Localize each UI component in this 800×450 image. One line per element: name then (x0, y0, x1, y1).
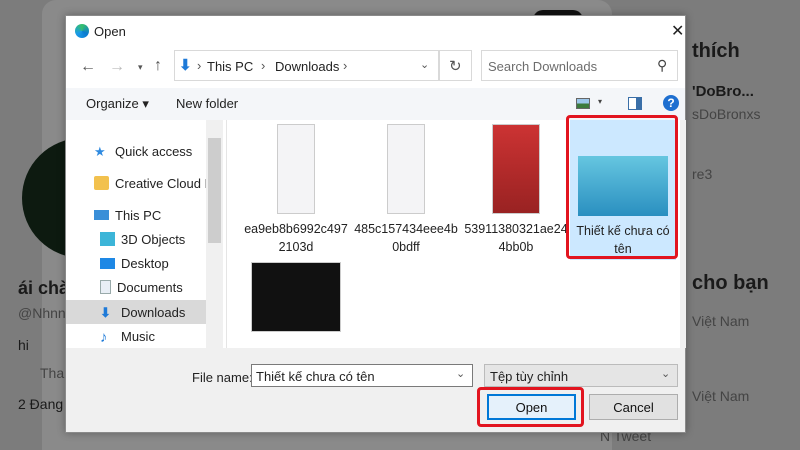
file-thumbnail (578, 156, 668, 216)
bg-text: @Nhnn (18, 305, 66, 321)
creative-cloud-icon (94, 176, 109, 190)
navigation-pane: ★ Quick access Creative Cloud Files This … (66, 120, 226, 348)
nav-label: Documents (117, 279, 183, 295)
nav-creative-cloud[interactable]: Creative Cloud Files (94, 171, 206, 195)
bg-text: 2 Đang (18, 396, 64, 412)
refresh-button[interactable]: ↻ (439, 50, 472, 81)
bg-text: re3 (692, 166, 713, 182)
cancel-button[interactable]: Cancel (589, 394, 678, 420)
bg-text: sDoBronxs (692, 106, 761, 122)
chevron-down-icon: ⌄ (661, 368, 671, 380)
breadcrumb-this-pc[interactable]: This PC (207, 59, 253, 74)
file-name: 485c157434eee4b0bdff (354, 222, 458, 254)
nav-label: Desktop (121, 255, 169, 271)
edge-icon (75, 24, 89, 38)
star-icon: ★ (94, 144, 106, 159)
search-icon: ⚲ (657, 57, 668, 73)
file-name-label: File name: (192, 370, 253, 385)
nav-label: This PC (115, 207, 162, 223)
chevron-icon: › (197, 58, 202, 73)
file-name: Thiết kế chưa có tên (576, 224, 670, 256)
file-item-selected[interactable]: Thiết kế chưa có tên (570, 120, 676, 260)
document-icon (100, 280, 111, 294)
bg-text: thích (692, 40, 740, 62)
file-thumbnail (387, 124, 425, 214)
nav-label: Creative Cloud Files (115, 175, 206, 191)
nav-label: Music (121, 328, 155, 344)
file-list: ea9eb8b6992c4972103d 485c157434eee4b0bdf… (226, 120, 680, 348)
file-name-value: Thiết kế chưa có tên (256, 369, 375, 384)
file-thumbnail (277, 124, 315, 214)
file-item[interactable] (243, 262, 349, 338)
nav-label: Quick access (115, 143, 193, 159)
nav-this-pc[interactable]: This PC (94, 203, 222, 227)
chevron-down-icon[interactable]: ⌄ (456, 367, 465, 380)
download-icon: ⬇ (100, 305, 111, 320)
chevron-icon: › (261, 58, 266, 73)
search-input[interactable]: Search Downloads ⚲ (481, 50, 678, 81)
bg-text: cho bạn (692, 272, 769, 294)
open-file-dialog: Open ✕ ← → ▾ ↑ ⬇ › This PC › Downloads ›… (65, 15, 686, 433)
desktop-icon (100, 257, 115, 269)
file-type-select[interactable]: Tệp tùy chỉnh ⌄ (484, 364, 678, 387)
recent-locations-button[interactable]: ▾ (138, 62, 143, 73)
view-dropdown-icon[interactable]: ▾ (598, 97, 602, 106)
address-bar[interactable]: ⬇ › This PC › Downloads › ⌄ (174, 50, 439, 81)
close-button[interactable]: ✕ (671, 21, 684, 41)
nav-quick-access[interactable]: ★ Quick access (94, 139, 222, 163)
bg-text: 'DoBro... (692, 83, 754, 100)
preview-pane-icon[interactable] (628, 97, 642, 110)
bg-text: ái chà (18, 278, 70, 298)
file-list-scrollbar[interactable] (680, 120, 686, 348)
search-placeholder: Search Downloads (488, 59, 598, 74)
open-button[interactable]: Open (487, 394, 576, 420)
bg-text: Thai (40, 365, 68, 381)
file-type-value: Tệp tùy chỉnh (490, 369, 569, 384)
organize-button[interactable]: Organize ▾ (86, 96, 149, 112)
download-icon: ⬇ (179, 57, 192, 74)
file-thumbnail (492, 124, 540, 214)
nav-label: Downloads (121, 304, 186, 320)
chevron-icon: › (343, 58, 348, 73)
dialog-title: Open (94, 24, 126, 39)
music-icon: ♪ (100, 329, 108, 346)
refresh-icon: ↻ (449, 58, 462, 75)
forward-button[interactable]: → (109, 58, 125, 76)
file-item[interactable]: ea9eb8b6992c4972103d (243, 124, 349, 256)
nav-scrollbar-thumb[interactable] (208, 138, 221, 243)
address-dropdown-icon[interactable]: ⌄ (420, 58, 429, 71)
file-thumbnail (251, 262, 341, 332)
file-item[interactable]: 485c157434eee4b0bdff (353, 124, 459, 256)
up-button[interactable]: ↑ (154, 57, 162, 75)
toolbar (66, 88, 685, 120)
nav-downloads[interactable]: ⬇ Downloads (66, 300, 206, 324)
nav-scrollbar[interactable] (206, 120, 223, 348)
back-button[interactable]: ← (80, 58, 96, 76)
file-name: 53911380321ae244bb0b (464, 222, 568, 254)
breadcrumb-downloads[interactable]: Downloads (275, 59, 339, 74)
file-name: ea9eb8b6992c4972103d (244, 222, 348, 254)
cube-icon (100, 232, 115, 246)
help-button[interactable]: ? (663, 95, 679, 111)
bg-text: Việt Nam (692, 388, 750, 404)
new-folder-button[interactable]: New folder (176, 96, 238, 111)
file-name-input[interactable]: Thiết kế chưa có tên ⌄ (251, 364, 473, 387)
nav-label: 3D Objects (121, 231, 186, 247)
computer-icon (94, 210, 109, 220)
bg-text: hi (18, 337, 29, 353)
file-item[interactable]: 53911380321ae244bb0b (463, 124, 569, 256)
view-options-icon[interactable] (576, 98, 590, 109)
bg-text: Việt Nam (692, 313, 750, 329)
